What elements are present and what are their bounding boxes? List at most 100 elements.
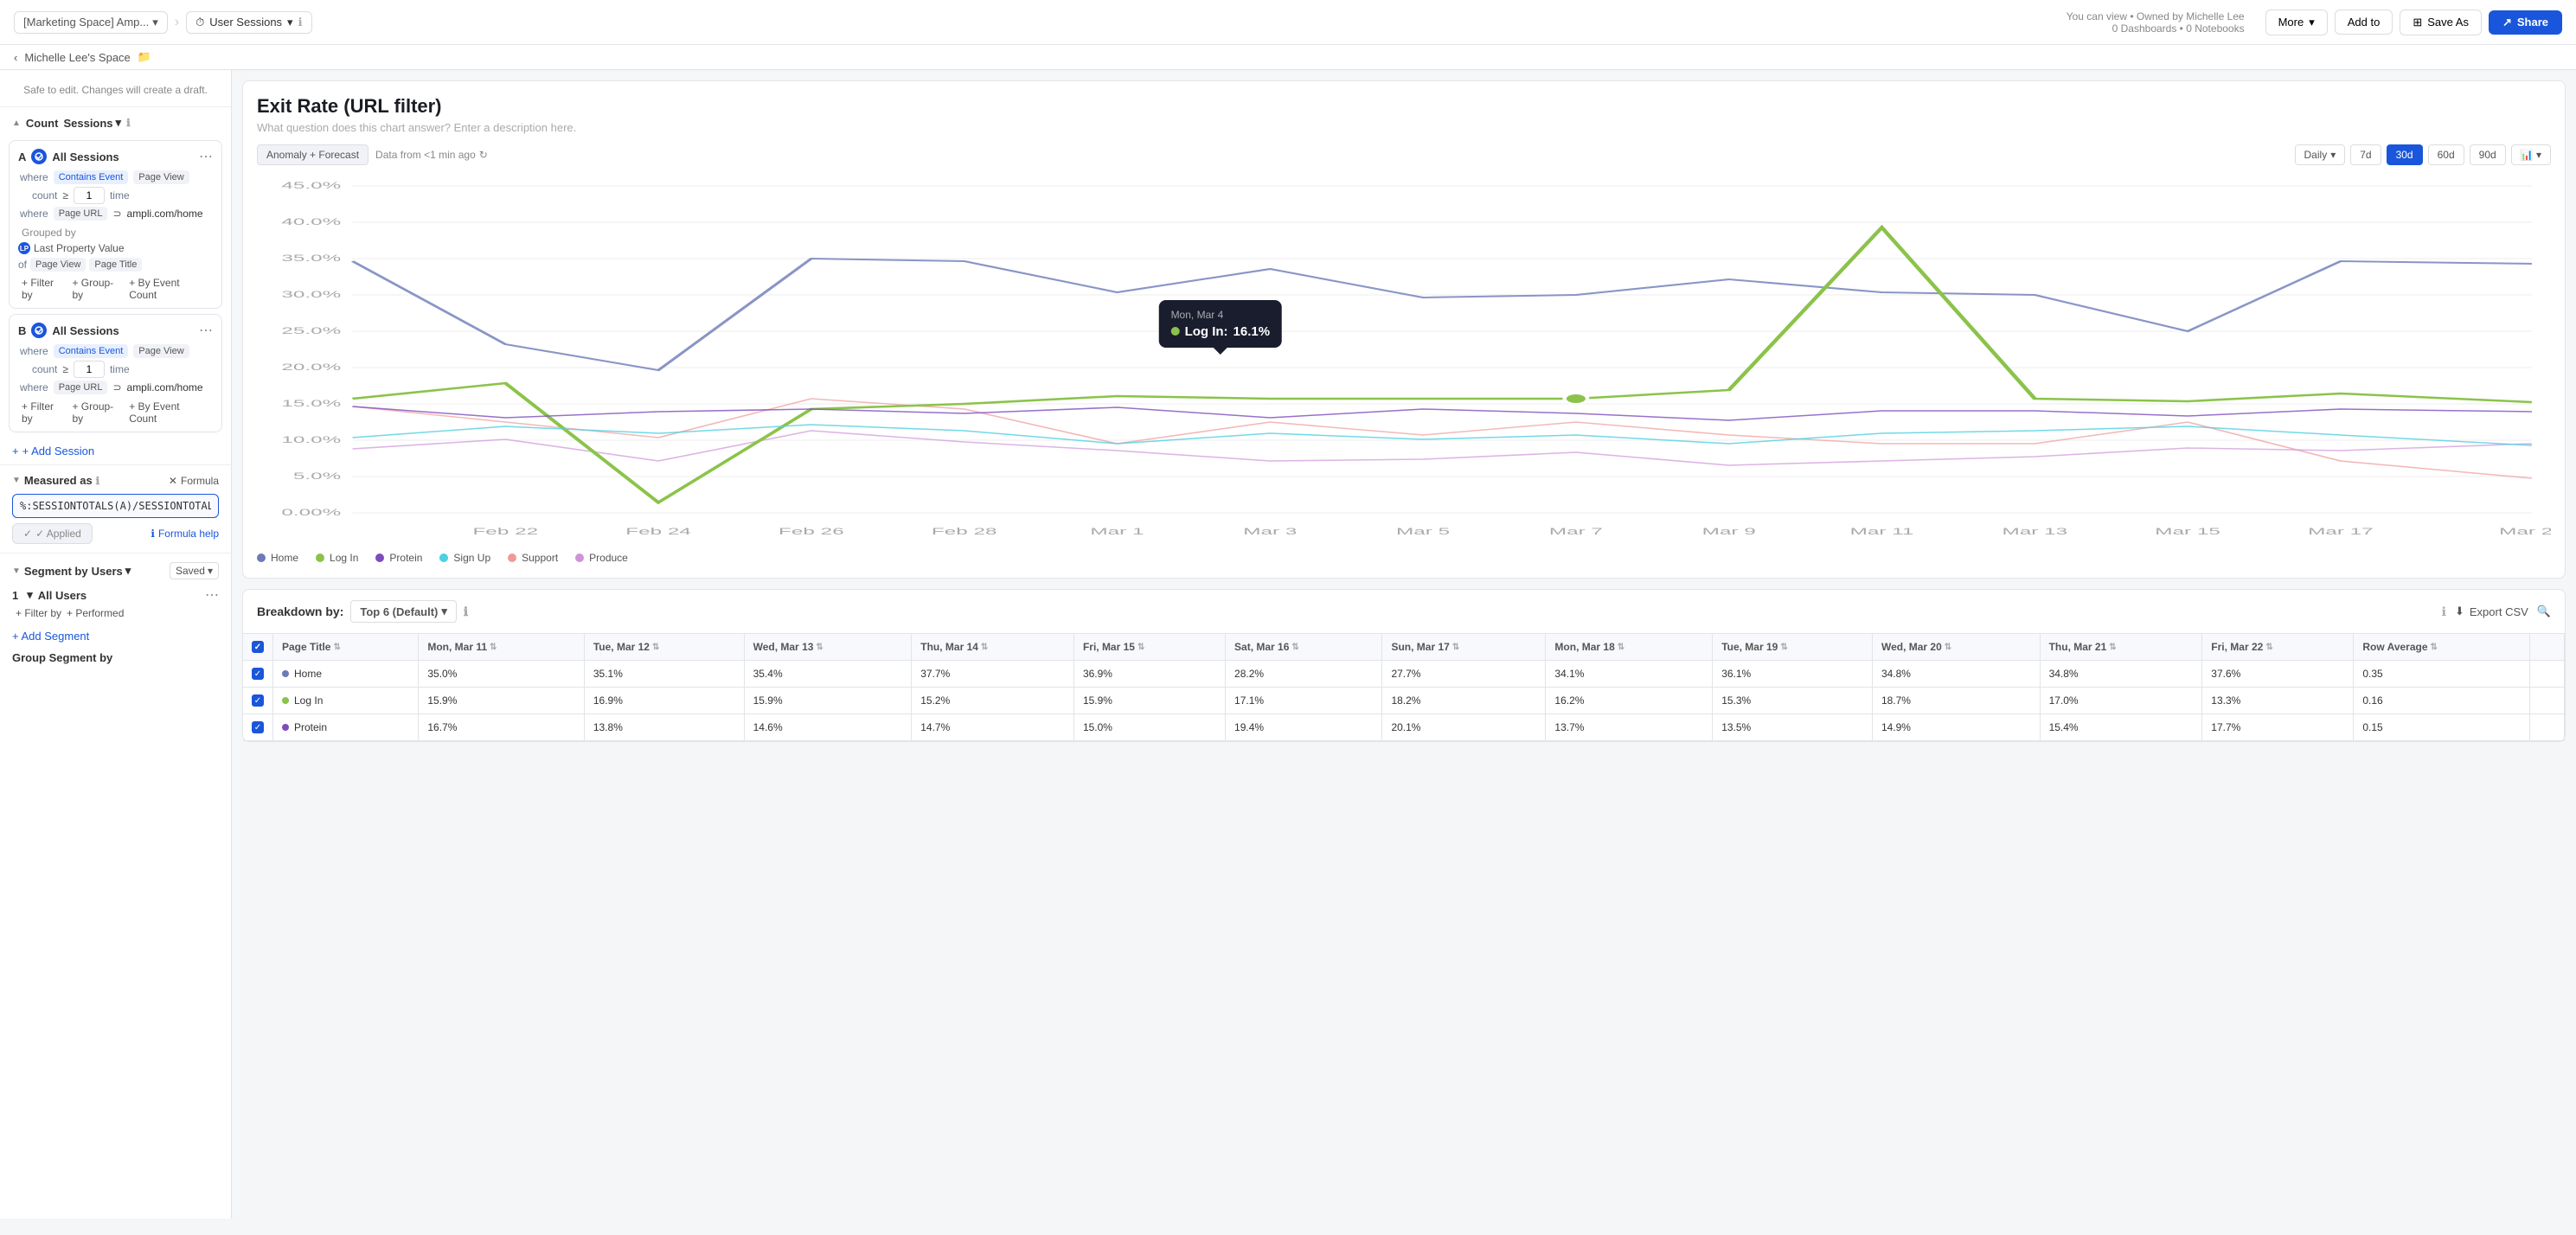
formula-help-link[interactable]: ℹ Formula help <box>151 528 219 540</box>
group-by-a[interactable]: + Group-by <box>72 277 124 301</box>
segment-subheader: ▼ Segment by Users ▾ Saved ▾ <box>12 562 219 579</box>
row-value-cell: 15.0% <box>1073 714 1225 741</box>
row-value-cell: 14.9% <box>1872 714 2040 741</box>
legend-dot-home <box>257 554 266 562</box>
row-value-cell: 20.1% <box>1382 714 1546 741</box>
formula-input[interactable] <box>12 494 219 518</box>
th-sort-page-title[interactable]: Page Title ⇅ <box>282 641 409 653</box>
chart-type-button[interactable]: 📊 ▾ <box>2511 144 2551 165</box>
back-icon[interactable]: ‹ <box>14 51 17 64</box>
row-checkbox[interactable]: ✓ <box>252 694 264 707</box>
period-60d-button[interactable]: 60d <box>2428 144 2464 165</box>
app-selector[interactable]: [Marketing Space] Amp... ▾ <box>14 11 168 34</box>
chevron-down-granularity: ▾ <box>2330 149 2336 161</box>
row-value-cell: 13.3% <box>2202 688 2354 714</box>
svg-text:Mar 15: Mar 15 <box>2155 526 2220 536</box>
filter-by-a[interactable]: + Filter by <box>22 277 67 301</box>
row-value-cell: 36.9% <box>1073 661 1225 688</box>
period-30d-button[interactable]: 30d <box>2387 144 2423 165</box>
sessions-dropdown[interactable]: Sessions ▾ <box>63 116 121 130</box>
chevron-down-seg: ▾ <box>27 588 33 602</box>
collapse-arrow[interactable]: ▲ <box>12 118 21 128</box>
users-dropdown[interactable]: Users ▾ <box>92 564 131 578</box>
group-by-b[interactable]: + Group-by <box>72 400 124 425</box>
header-checkbox[interactable]: ✓ <box>252 641 264 653</box>
contains-event-tag[interactable]: Contains Event <box>54 170 129 184</box>
segment-1-filter-row: + Filter by + Performed <box>12 604 219 619</box>
share-button[interactable]: ↗ Share <box>2489 10 2562 35</box>
svg-text:20.0%: 20.0% <box>281 362 341 372</box>
legend-produce: Produce <box>575 552 628 564</box>
page-view-tag-b[interactable]: Page View <box>133 344 189 358</box>
row-checkbox[interactable]: ✓ <box>252 668 264 680</box>
by-event-count-a[interactable]: + By Event Count <box>129 277 209 301</box>
add-segment-button[interactable]: + Add Segment <box>12 626 219 646</box>
session-b-title: B All Sessions <box>18 323 119 338</box>
row-value-cell: 0.15 <box>2354 714 2530 741</box>
seg-performed[interactable]: + Performed <box>67 607 124 619</box>
period-90d-button[interactable]: 90d <box>2470 144 2506 165</box>
th-mar19[interactable]: Tue, Mar 19 ⇅ <box>1713 634 1873 661</box>
row-value-cell: 13.8% <box>584 714 744 741</box>
th-mar11[interactable]: Mon, Mar 11 ⇅ <box>419 634 585 661</box>
th-mar13[interactable]: Wed, Mar 13 ⇅ <box>744 634 912 661</box>
collapse-measured[interactable]: ▼ <box>12 476 21 485</box>
session-a-menu[interactable]: ⋯ <box>199 148 213 165</box>
row-value-cell: 37.6% <box>2202 661 2354 688</box>
save-as-button[interactable]: ⊞ Save As <box>2400 10 2482 35</box>
page-url-tag-b[interactable]: Page URL <box>54 381 108 394</box>
more-button[interactable]: More ▾ <box>2265 10 2328 35</box>
applied-button[interactable]: ✓ ✓ Applied <box>12 523 93 544</box>
period-7d-button[interactable]: 7d <box>2350 144 2381 165</box>
th-mar17[interactable]: Sun, Mar 17 ⇅ <box>1382 634 1546 661</box>
add-session-button[interactable]: + + Add Session <box>0 438 231 464</box>
th-mar12[interactable]: Tue, Mar 12 ⇅ <box>584 634 744 661</box>
breakdown-select[interactable]: Top 6 (Default) ▾ <box>350 600 457 623</box>
info-icon-measured[interactable]: ℹ <box>96 475 100 487</box>
refresh-icon[interactable]: ↻ <box>479 149 488 161</box>
chevron-down-saved: ▾ <box>208 565 213 577</box>
chart-svg: 45.0% 40.0% 35.0% 30.0% 25.0% 20.0% 15.0… <box>257 176 2551 539</box>
granularity-button[interactable]: Daily ▾ <box>2295 144 2346 165</box>
th-mar18[interactable]: Mon, Mar 18 ⇅ <box>1546 634 1713 661</box>
info-icon-count[interactable]: ℹ <box>126 117 131 129</box>
formula-badge[interactable]: ✕ Formula <box>169 475 219 487</box>
breakdown-info-icon[interactable]: ℹ <box>464 605 468 619</box>
th-mar16[interactable]: Sat, Mar 16 ⇅ <box>1226 634 1382 661</box>
svg-text:15.0%: 15.0% <box>281 398 341 408</box>
session-b-menu[interactable]: ⋯ <box>199 322 213 339</box>
th-mar14[interactable]: Thu, Mar 14 ⇅ <box>912 634 1074 661</box>
add-to-button[interactable]: Add to <box>2335 10 2393 35</box>
th-row-average[interactable]: Row Average ⇅ <box>2354 634 2530 661</box>
export-csv-button[interactable]: ⬇ Export CSV <box>2455 605 2528 618</box>
th-mar22[interactable]: Fri, Mar 22 ⇅ <box>2202 634 2354 661</box>
count-input-b[interactable] <box>74 361 105 378</box>
th-page-title[interactable]: Page Title ⇅ <box>273 634 419 661</box>
filter-by-b[interactable]: + Filter by <box>22 400 67 425</box>
measured-title: ▼ Measured as ℹ <box>12 474 99 487</box>
page-url-tag[interactable]: Page URL <box>54 207 108 221</box>
th-mar21[interactable]: Thu, Mar 21 ⇅ <box>2040 634 2202 661</box>
page-view-tag[interactable]: Page View <box>133 170 189 184</box>
th-mar15[interactable]: Fri, Mar 15 ⇅ <box>1073 634 1225 661</box>
legend-label-home: Home <box>271 552 298 564</box>
segment-1-menu[interactable]: ⋯ <box>205 586 219 604</box>
info-icon[interactable]: ℹ <box>298 16 303 29</box>
segment-section: ▼ Segment by Users ▾ Saved ▾ 1 ▾ <box>0 553 231 678</box>
seg-filter-by[interactable]: + Filter by <box>16 607 61 619</box>
search-icon[interactable]: 🔍 <box>2537 605 2551 618</box>
sessions-selector[interactable]: ⏱ User Sessions ▾ ℹ <box>186 11 311 34</box>
breadcrumb-space[interactable]: Michelle Lee's Space <box>24 51 130 64</box>
by-event-count-b[interactable]: + By Event Count <box>129 400 209 425</box>
count-input-a[interactable] <box>74 187 105 204</box>
saved-badge[interactable]: Saved ▾ <box>170 562 219 579</box>
page-view-tag-2[interactable]: Page View <box>30 258 86 272</box>
row-checkbox[interactable]: ✓ <box>252 721 264 733</box>
row-value-cell: 37.7% <box>912 661 1074 688</box>
info-icon-table[interactable]: ℹ <box>2442 605 2446 619</box>
page-title-tag[interactable]: Page Title <box>89 258 142 272</box>
anomaly-forecast-button[interactable]: Anomaly + Forecast <box>257 144 368 165</box>
th-mar20[interactable]: Wed, Mar 20 ⇅ <box>1872 634 2040 661</box>
contains-event-tag-b[interactable]: Contains Event <box>54 344 129 358</box>
collapse-segment[interactable]: ▼ <box>12 566 21 576</box>
